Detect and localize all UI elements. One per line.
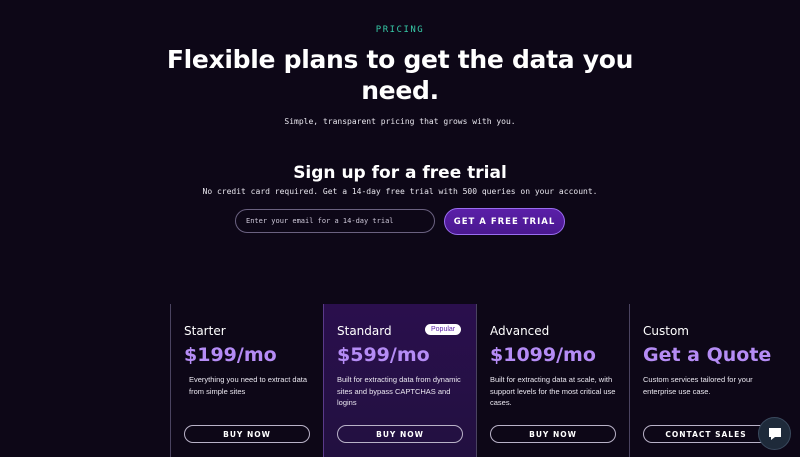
- plan-name: Starter: [184, 324, 226, 338]
- trial-subtitle: No credit card required. Get a 14-day fr…: [202, 187, 598, 196]
- page-title: Flexible plans to get the data you need.: [166, 45, 634, 105]
- plans-grid: Starter $199/mo Everything you need to e…: [170, 304, 800, 457]
- plan-price: Get a Quote: [643, 344, 772, 366]
- plan-price: $599/mo: [337, 344, 430, 366]
- buy-now-button[interactable]: BUY NOW: [337, 425, 463, 443]
- popular-badge: Popular: [425, 324, 462, 335]
- buy-now-button[interactable]: BUY NOW: [490, 425, 616, 443]
- plan-card-starter: Starter $199/mo Everything you need to e…: [170, 304, 323, 457]
- plan-price: $1099/mo: [490, 344, 596, 366]
- email-input[interactable]: [235, 209, 435, 233]
- plan-description: Built for extracting data at scale, with…: [490, 375, 616, 407]
- chat-button[interactable]: [758, 417, 791, 450]
- get-free-trial-button[interactable]: GET A FREE TRIAL: [444, 208, 565, 235]
- plan-name: Custom: [643, 324, 689, 338]
- plan-name: Advanced: [490, 324, 550, 338]
- contact-sales-button[interactable]: CONTACT SALES: [643, 425, 769, 443]
- pricing-eyebrow: PRICING: [375, 25, 425, 35]
- plan-card-standard: Standard Popular $599/mo Built for extra…: [323, 304, 476, 457]
- plan-name: Standard: [337, 324, 392, 338]
- plan-price: $199/mo: [184, 344, 277, 366]
- chat-bubble-icon: [768, 427, 781, 440]
- trial-title: Sign up for a free trial: [293, 163, 507, 183]
- plan-description: Everything you need to extract data from…: [189, 375, 307, 396]
- plan-card-advanced: Advanced $1099/mo Built for extracting d…: [476, 304, 629, 457]
- plan-description: Built for extracting data from dynamic s…: [337, 375, 461, 407]
- plan-description: Custom services tailored for your enterp…: [643, 375, 753, 396]
- page-subtitle: Simple, transparent pricing that grows w…: [284, 117, 516, 126]
- buy-now-button[interactable]: BUY NOW: [184, 425, 310, 443]
